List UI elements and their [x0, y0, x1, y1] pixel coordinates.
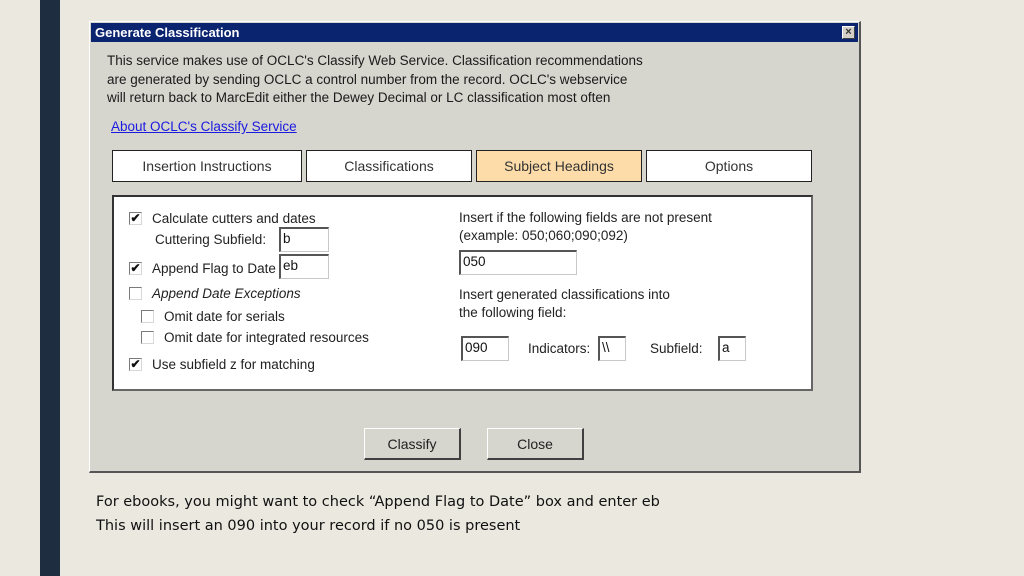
use-subfield-z-option[interactable]: ✔ Use subfield z for matching [129, 357, 315, 372]
append-flag-label: Append Flag to Date [152, 261, 276, 276]
classify-button[interactable]: Classify [364, 428, 461, 460]
calculate-cutters-option[interactable]: ✔ Calculate cutters and dates [129, 211, 316, 226]
insert-into-label: Insert generated classifications into th… [459, 286, 670, 322]
target-field-input[interactable]: 090 [461, 336, 509, 361]
omit-serials-label: Omit date for serials [164, 309, 285, 324]
indicators-input[interactable]: \\ [598, 336, 626, 361]
append-date-exceptions-label: Append Date Exceptions [152, 286, 301, 301]
insert-into-label-line: Insert generated classifications into [459, 287, 670, 302]
description-line: are generated by sending OCLC a control … [107, 71, 628, 87]
tab-options[interactable]: Options [646, 150, 812, 182]
caption-line: This will insert an 090 into your record… [96, 518, 521, 534]
caption-line: For ebooks, you might want to check “App… [96, 494, 660, 510]
close-button[interactable]: Close [487, 428, 584, 460]
description-line: will return back to MarcEdit either the … [107, 90, 611, 105]
slide-caption: For ebooks, you might want to check “App… [96, 490, 660, 538]
subfield-input[interactable]: a [718, 336, 746, 361]
insert-into-label-line: the following field: [459, 305, 567, 320]
cuttering-subfield-label: Cuttering Subfield: [155, 232, 267, 247]
append-flag-input[interactable]: eb [279, 254, 329, 279]
slide-side-bar [40, 0, 60, 576]
about-oclc-classify-link[interactable]: About OCLC's Classify Service [111, 119, 297, 134]
use-subfield-z-checkbox[interactable]: ✔ [129, 358, 142, 371]
append-date-exceptions-checkbox[interactable] [129, 287, 142, 300]
omit-integrated-label: Omit date for integrated resources [164, 330, 369, 345]
insert-if-example: (example: 050;060;090;092) [459, 228, 628, 243]
omit-integrated-option[interactable]: Omit date for integrated resources [141, 330, 369, 345]
options-panel: ✔ Calculate cutters and dates Cuttering … [112, 195, 813, 391]
append-flag-option[interactable]: ✔ Append Flag to Date [129, 261, 276, 276]
tab-subject-headings[interactable]: Subject Headings [476, 150, 642, 182]
use-subfield-z-label: Use subfield z for matching [152, 357, 315, 372]
omit-serials-checkbox[interactable] [141, 310, 154, 323]
tab-insertion-instructions[interactable]: Insertion Instructions [112, 150, 302, 182]
dialog-title: Generate Classification [95, 25, 240, 40]
subfield-label: Subfield: [650, 341, 703, 356]
dialog-titlebar: Generate Classification × [91, 23, 858, 42]
insert-if-label-line: Insert if the following fields are not p… [459, 210, 712, 225]
calculate-cutters-checkbox[interactable]: ✔ [129, 212, 142, 225]
append-flag-checkbox[interactable]: ✔ [129, 262, 142, 275]
omit-integrated-checkbox[interactable] [141, 331, 154, 344]
insert-if-label: Insert if the following fields are not p… [459, 209, 712, 245]
indicators-label: Indicators: [528, 341, 591, 356]
tab-classifications[interactable]: Classifications [306, 150, 472, 182]
service-description: This service makes use of OCLC's Classif… [107, 52, 707, 108]
close-icon[interactable]: × [842, 26, 855, 39]
generate-classification-dialog: Generate Classification × This service m… [89, 21, 861, 473]
calculate-cutters-label: Calculate cutters and dates [152, 211, 316, 226]
append-date-exceptions-option[interactable]: Append Date Exceptions [129, 286, 301, 301]
insert-if-fields-input[interactable]: 050 [459, 250, 577, 275]
description-line: This service makes use of OCLC's Classif… [107, 53, 643, 68]
cuttering-subfield-input[interactable]: b [279, 227, 329, 252]
omit-serials-option[interactable]: Omit date for serials [141, 309, 285, 324]
